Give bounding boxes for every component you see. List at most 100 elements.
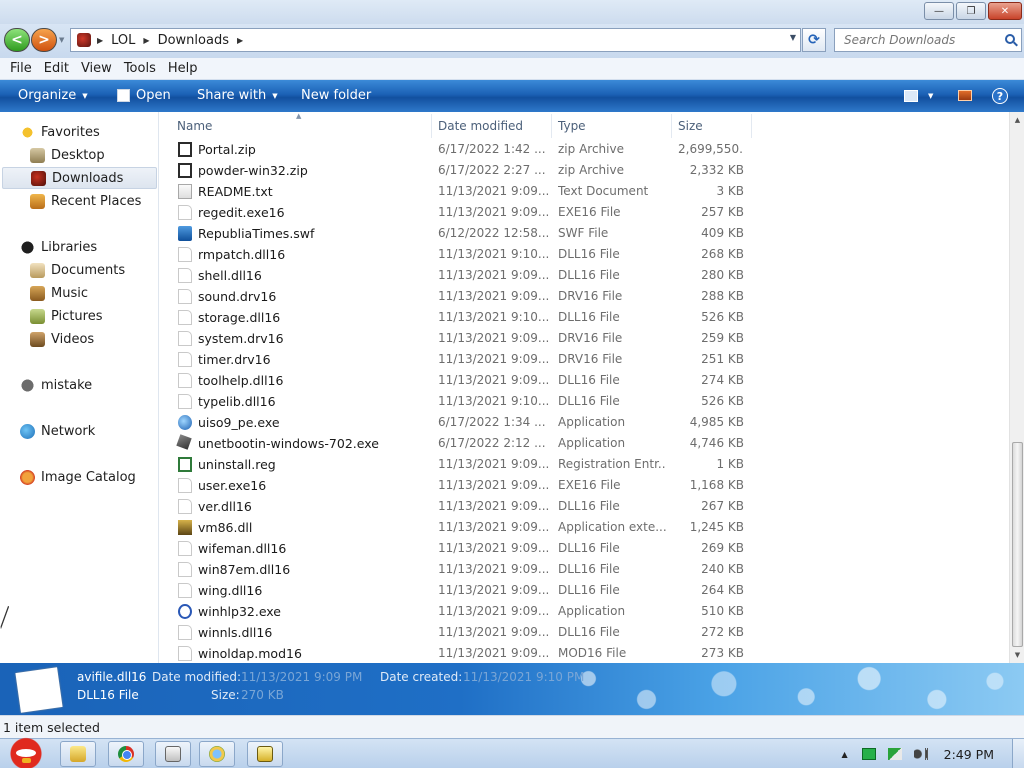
file-name: typelib.dll16 bbox=[198, 394, 276, 409]
help-icon[interactable]: ? bbox=[992, 88, 1008, 104]
table-row[interactable]: uiso9_pe.exe 6/17/2022 1:34 ... Applicatio… bbox=[159, 412, 1009, 433]
show-hidden-icons-icon[interactable]: ▲ bbox=[841, 750, 847, 759]
refresh-button[interactable]: ⟳ bbox=[802, 28, 826, 52]
open-button[interactable]: Open bbox=[117, 88, 171, 103]
table-row[interactable]: user.exe16 11/13/2021 9:09... EXE16 File 1,… bbox=[159, 475, 1009, 496]
breadcrumb-lol[interactable]: LOL bbox=[111, 33, 135, 48]
address-dropdown-icon[interactable]: ▼ bbox=[790, 33, 796, 42]
breadcrumb-downloads[interactable]: Downloads bbox=[158, 33, 229, 48]
new-folder-button[interactable]: New folder bbox=[301, 88, 371, 103]
details-date-created-label: Date created: bbox=[380, 670, 463, 684]
change-view-icon[interactable] bbox=[904, 90, 918, 102]
table-row[interactable]: ver.dll16 11/13/2021 9:09... DLL16 File 267… bbox=[159, 496, 1009, 517]
column-divider[interactable] bbox=[751, 114, 752, 138]
nav-libraries[interactable]: Libraries bbox=[0, 236, 158, 258]
column-header-date-modified[interactable]: Date modified bbox=[438, 119, 523, 133]
taskbar-paint-button[interactable] bbox=[199, 741, 235, 767]
libraries-icon bbox=[20, 239, 35, 255]
nav-pictures[interactable]: Pictures bbox=[0, 305, 158, 327]
table-row[interactable]: shell.dll16 11/13/2021 9:09... DLL16 File 2… bbox=[159, 265, 1009, 286]
column-header-name[interactable]: Name bbox=[177, 119, 212, 133]
column-divider[interactable] bbox=[431, 114, 432, 138]
table-row[interactable]: rmpatch.dll16 11/13/2021 9:10... DLL16 Fil… bbox=[159, 244, 1009, 265]
table-row[interactable]: wing.dll16 11/13/2021 9:09... DLL16 File 26… bbox=[159, 580, 1009, 601]
table-row[interactable]: winoldap.mod16 11/13/2021 9:09... MOD16 Fi… bbox=[159, 643, 1009, 663]
menu-tools[interactable]: Tools bbox=[118, 61, 162, 76]
table-row[interactable]: RepubliaTimes.swf 6/12/2022 12:58... SWF F… bbox=[159, 223, 1009, 244]
scrollbar-thumb[interactable] bbox=[1012, 442, 1023, 647]
volume-icon[interactable] bbox=[913, 748, 928, 760]
organize-button[interactable]: Organize ▼ bbox=[18, 88, 88, 103]
menu-help[interactable]: Help bbox=[162, 61, 204, 76]
music-icon bbox=[30, 285, 45, 301]
table-row[interactable]: unetbootin-windows-702.exe 6/17/2022 2:12… bbox=[159, 433, 1009, 454]
application-window-icon bbox=[165, 746, 181, 762]
nav-videos[interactable]: Videos bbox=[0, 328, 158, 350]
close-button[interactable]: ✕ bbox=[988, 2, 1022, 20]
table-row[interactable]: typelib.dll16 11/13/2021 9:10... DLL16 Fil… bbox=[159, 391, 1009, 412]
table-row[interactable]: winnls.dll16 11/13/2021 9:09... DLL16 File… bbox=[159, 622, 1009, 643]
table-row[interactable]: win87em.dll16 11/13/2021 9:09... DLL16 Fil… bbox=[159, 559, 1009, 580]
nav-desktop[interactable]: Desktop bbox=[0, 144, 158, 166]
network-status-icon[interactable] bbox=[861, 748, 876, 760]
menu-edit[interactable]: Edit bbox=[38, 61, 75, 76]
address-bar[interactable]: ▶ LOL ▶ Downloads ▶ ▼ bbox=[70, 28, 801, 52]
start-button[interactable] bbox=[2, 730, 52, 768]
table-row[interactable]: Portal.zip 6/17/2022 1:42 ... zip Archive 2… bbox=[159, 139, 1009, 160]
show-desktop-button[interactable] bbox=[1012, 739, 1024, 768]
nav-image-catalog[interactable]: Image Catalog bbox=[0, 466, 158, 488]
breadcrumb-separator-icon[interactable]: ▶ bbox=[237, 36, 243, 45]
column-header-type[interactable]: Type bbox=[558, 119, 586, 133]
taskbar-notes-button[interactable] bbox=[247, 741, 283, 767]
file-size: 240 KB bbox=[701, 562, 744, 576]
table-row[interactable]: uninstall.reg 11/13/2021 9:09... Registrat… bbox=[159, 454, 1009, 475]
table-row[interactable]: timer.drv16 11/13/2021 9:09... DRV16 File 2… bbox=[159, 349, 1009, 370]
file-date-modified: 11/13/2021 9:09... bbox=[438, 331, 550, 345]
nav-documents[interactable]: Documents bbox=[0, 259, 158, 281]
action-center-icon[interactable] bbox=[887, 748, 902, 760]
forward-button[interactable]: > bbox=[31, 28, 57, 52]
table-row[interactable]: README.txt 11/13/2021 9:09... Text Documen… bbox=[159, 181, 1009, 202]
column-divider[interactable] bbox=[551, 114, 552, 138]
table-row[interactable]: sound.drv16 11/13/2021 9:09... DRV16 File 2… bbox=[159, 286, 1009, 307]
nav-downloads[interactable]: Downloads bbox=[2, 167, 157, 189]
share-with-button[interactable]: Share with ▼ bbox=[197, 88, 278, 103]
clock[interactable]: 2:49 PM bbox=[944, 747, 994, 762]
txt-file-icon bbox=[178, 184, 192, 199]
maximize-button[interactable]: ❐ bbox=[956, 2, 986, 20]
menu-view[interactable]: View bbox=[75, 61, 118, 76]
taskbar-explorer-button[interactable] bbox=[60, 741, 96, 767]
back-button[interactable]: < bbox=[4, 28, 30, 52]
nav-mistake[interactable]: mistake bbox=[0, 374, 158, 396]
search-box[interactable] bbox=[834, 28, 1022, 52]
table-row[interactable]: regedit.exe16 11/13/2021 9:09... EXE16 Fil… bbox=[159, 202, 1009, 223]
view-options-dropdown-icon[interactable]: ▼ bbox=[928, 92, 933, 100]
table-row[interactable]: powder-win32.zip 6/17/2022 2:27 ... zip Ar… bbox=[159, 160, 1009, 181]
table-row[interactable]: winhlp32.exe 11/13/2021 9:09... Applicatio… bbox=[159, 601, 1009, 622]
breadcrumb-separator-icon[interactable]: ▶ bbox=[97, 36, 103, 45]
preview-pane-icon[interactable] bbox=[958, 90, 972, 101]
scroll-down-icon[interactable]: ▼ bbox=[1010, 647, 1024, 663]
nav-network[interactable]: Network bbox=[0, 420, 158, 442]
search-input[interactable] bbox=[844, 33, 994, 47]
taskbar-chrome-button[interactable] bbox=[108, 741, 144, 767]
table-row[interactable]: toolhelp.dll16 11/13/2021 9:09... DLL16 Fi… bbox=[159, 370, 1009, 391]
taskbar-window-button[interactable] bbox=[155, 741, 191, 767]
minimize-button[interactable]: — bbox=[924, 2, 954, 20]
column-header-size[interactable]: Size bbox=[678, 119, 703, 133]
table-row[interactable]: system.drv16 11/13/2021 9:09... DRV16 File… bbox=[159, 328, 1009, 349]
table-row[interactable]: storage.dll16 11/13/2021 9:10... DLL16 Fil… bbox=[159, 307, 1009, 328]
search-icon[interactable] bbox=[1005, 34, 1015, 44]
scroll-up-icon[interactable]: ▲ bbox=[1010, 112, 1024, 128]
menu-file[interactable]: File bbox=[4, 61, 38, 76]
table-row[interactable]: wifeman.dll16 11/13/2021 9:09... DLL16 Fil… bbox=[159, 538, 1009, 559]
nav-favorites[interactable]: Favorites bbox=[0, 121, 158, 143]
nav-music[interactable]: Music bbox=[0, 282, 158, 304]
recent-pages-dropdown-icon[interactable]: ▼ bbox=[59, 36, 64, 44]
nav-recent-places[interactable]: Recent Places bbox=[0, 190, 158, 212]
open-file-icon bbox=[117, 89, 130, 102]
column-divider[interactable] bbox=[671, 114, 672, 138]
table-row[interactable]: vm86.dll 11/13/2021 9:09... Application ex… bbox=[159, 517, 1009, 538]
vertical-scrollbar[interactable]: ▲ ▼ bbox=[1009, 112, 1024, 663]
breadcrumb-separator-icon[interactable]: ▶ bbox=[143, 36, 149, 45]
